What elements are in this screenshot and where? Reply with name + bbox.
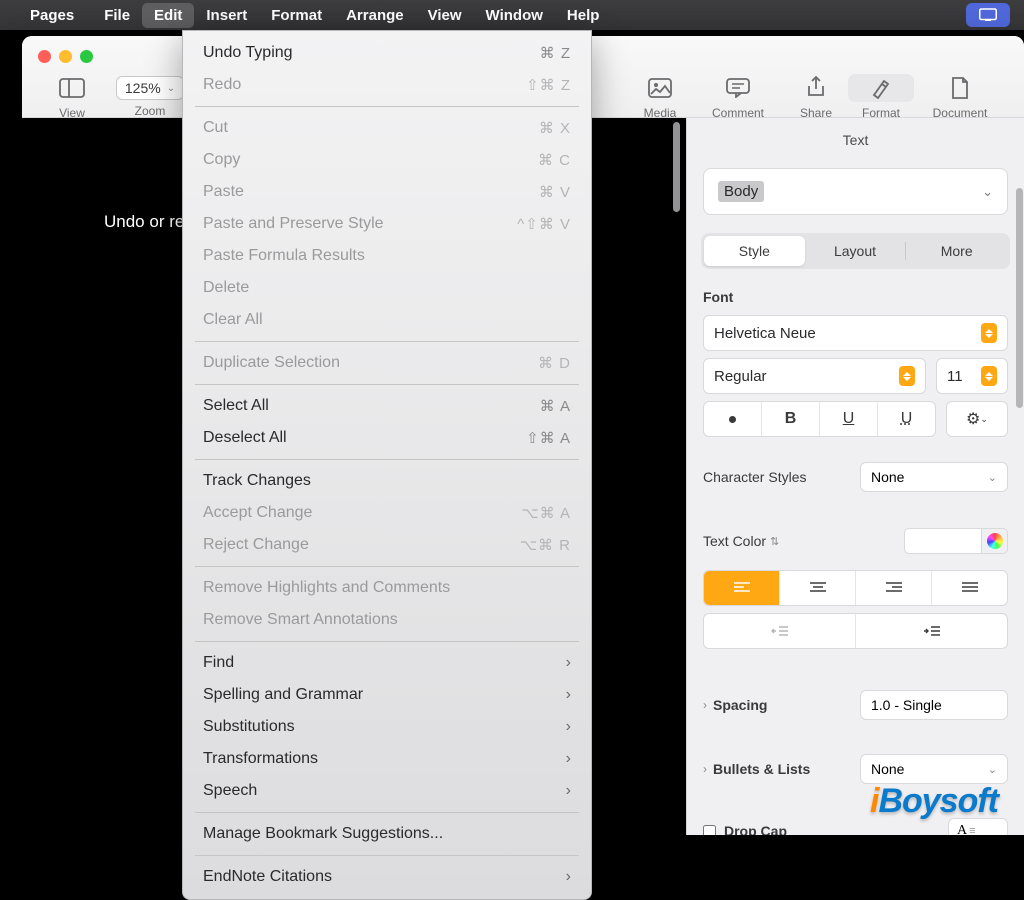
tool-document[interactable]: Document: [914, 74, 1006, 120]
sidebar-scrollbar[interactable]: [1016, 188, 1023, 408]
menu-item-clear-all: Clear All: [183, 304, 591, 336]
menu-item-paste-and-preserve-style: Paste and Preserve Style^⇧⌘ V: [183, 208, 591, 240]
menu-insert[interactable]: Insert: [194, 3, 259, 28]
menu-item-paste: Paste⌘ V: [183, 176, 591, 208]
menu-item-cut: Cut⌘ X: [183, 112, 591, 144]
tab-style[interactable]: Style: [704, 236, 805, 266]
tool-format[interactable]: Format: [848, 74, 914, 120]
menu-item-find[interactable]: Find›: [183, 647, 591, 679]
menu-edit[interactable]: Edit: [142, 3, 194, 28]
text-color-row: Text Color ⇅: [703, 528, 1008, 554]
tab-more[interactable]: More: [906, 236, 1007, 266]
close-button[interactable]: [38, 50, 51, 63]
menu-format[interactable]: Format: [259, 3, 334, 28]
menu-item-deselect-all[interactable]: Deselect All⇧⌘ A: [183, 422, 591, 454]
sidebar-title: Text: [687, 118, 1024, 160]
paragraph-style-selector[interactable]: Body ⌄: [703, 168, 1008, 215]
menu-item-delete: Delete: [183, 272, 591, 304]
font-weight-select[interactable]: Regular: [703, 358, 926, 394]
align-center-button[interactable]: [780, 571, 856, 605]
format-sidebar: Text Body ⌄ Style Layout More Font Helve…: [686, 118, 1024, 835]
stepper-icon: [981, 366, 997, 386]
canvas-scrollbar[interactable]: [673, 122, 680, 212]
menu-item-paste-formula-results: Paste Formula Results: [183, 240, 591, 272]
text-style-buttons: B U U: [703, 401, 936, 437]
character-styles-select[interactable]: None ⌄: [860, 462, 1008, 492]
app-name[interactable]: Pages: [30, 7, 74, 24]
updown-icon[interactable]: ⇅: [770, 535, 779, 548]
disclosure-icon: ›: [703, 698, 707, 712]
menu-item-substitutions[interactable]: Substitutions›: [183, 711, 591, 743]
menu-item-speech[interactable]: Speech›: [183, 775, 591, 807]
screen-share-icon[interactable]: [966, 3, 1010, 27]
alignment-section: [703, 570, 1008, 656]
menu-arrange[interactable]: Arrange: [334, 3, 416, 28]
menubar: Pages File Edit Insert Format Arrange Vi…: [0, 0, 1024, 30]
bullets-row[interactable]: › Bullets & Lists None ⌄: [703, 754, 1008, 784]
window-controls: [38, 50, 93, 63]
menu-item-duplicate-selection: Duplicate Selection⌘ D: [183, 347, 591, 379]
document-text[interactable]: Undo or re: [104, 212, 184, 232]
indent-button[interactable]: [856, 614, 1007, 648]
tool-media[interactable]: Media: [628, 74, 692, 120]
menu-window[interactable]: Window: [474, 3, 555, 28]
menu-item-redo: Redo⇧⌘ Z: [183, 69, 591, 101]
tool-share[interactable]: Share: [784, 74, 848, 120]
tool-view[interactable]: View: [40, 74, 104, 120]
menu-item-track-changes[interactable]: Track Changes: [183, 465, 591, 497]
menu-item-select-all[interactable]: Select All⌘ A: [183, 390, 591, 422]
edit-menu-dropdown: Undo Typing⌘ ZRedo⇧⌘ ZCut⌘ XCopy⌘ CPaste…: [182, 30, 592, 900]
menu-item-accept-change: Accept Change⌥⌘ A: [183, 497, 591, 529]
menu-item-undo-typing[interactable]: Undo Typing⌘ Z: [183, 37, 591, 69]
bullets-select[interactable]: None ⌄: [860, 754, 1008, 784]
font-family-select[interactable]: Helvetica Neue: [703, 315, 1008, 351]
minimize-button[interactable]: [59, 50, 72, 63]
dropcap-checkbox[interactable]: [703, 825, 716, 836]
menu-item-spelling-and-grammar[interactable]: Spelling and Grammar›: [183, 679, 591, 711]
tab-layout[interactable]: Layout: [805, 236, 906, 266]
stepper-icon: [899, 366, 915, 386]
sidebar-tabs: Style Layout More: [701, 233, 1010, 269]
spacing-row[interactable]: › Spacing 1.0 - Single: [703, 690, 1008, 720]
align-right-button[interactable]: [856, 571, 932, 605]
indent-buttons: [703, 613, 1008, 649]
menu-item-remove-highlights-and-comments: Remove Highlights and Comments: [183, 572, 591, 604]
font-size-input[interactable]: 11: [936, 358, 1008, 394]
menu-item-copy: Copy⌘ C: [183, 144, 591, 176]
disclosure-icon: ›: [703, 762, 707, 776]
menu-item-reject-change: Reject Change⌥⌘ R: [183, 529, 591, 561]
align-left-button[interactable]: [704, 571, 780, 605]
bold-button[interactable]: B: [762, 402, 820, 436]
menu-file[interactable]: File: [92, 3, 142, 28]
menu-item-remove-smart-annotations: Remove Smart Annotations: [183, 604, 591, 636]
alignment-buttons: [703, 570, 1008, 606]
menu-item-manage-bookmark-suggestions-[interactable]: Manage Bookmark Suggestions...: [183, 818, 591, 850]
underline-button[interactable]: U: [820, 402, 878, 436]
menu-item-transformations[interactable]: Transformations›: [183, 743, 591, 775]
spacing-select[interactable]: 1.0 - Single: [860, 690, 1008, 720]
menu-view[interactable]: View: [416, 3, 474, 28]
menu-help[interactable]: Help: [555, 3, 612, 28]
menu-item-endnote-citations[interactable]: EndNote Citations›: [183, 861, 591, 893]
font-section: Font Helvetica Neue Regular 11: [703, 289, 1008, 444]
stepper-icon: [981, 323, 997, 343]
text-color-swatch[interactable]: [904, 528, 982, 554]
watermark: iBoysoft: [870, 782, 998, 821]
tool-comment[interactable]: Comment: [692, 74, 784, 120]
align-justify-button[interactable]: [932, 571, 1007, 605]
underline2-button[interactable]: U: [878, 402, 935, 436]
advanced-options-button[interactable]: ⚙︎⌄: [946, 401, 1008, 437]
color-picker-button[interactable]: [982, 528, 1008, 554]
zoom-button[interactable]: [80, 50, 93, 63]
outdent-button[interactable]: [704, 614, 856, 648]
character-styles-row: Character Styles None ⌄: [703, 462, 1008, 492]
chevron-down-icon: ⌄: [982, 184, 993, 200]
color-fill-button[interactable]: [704, 402, 762, 436]
